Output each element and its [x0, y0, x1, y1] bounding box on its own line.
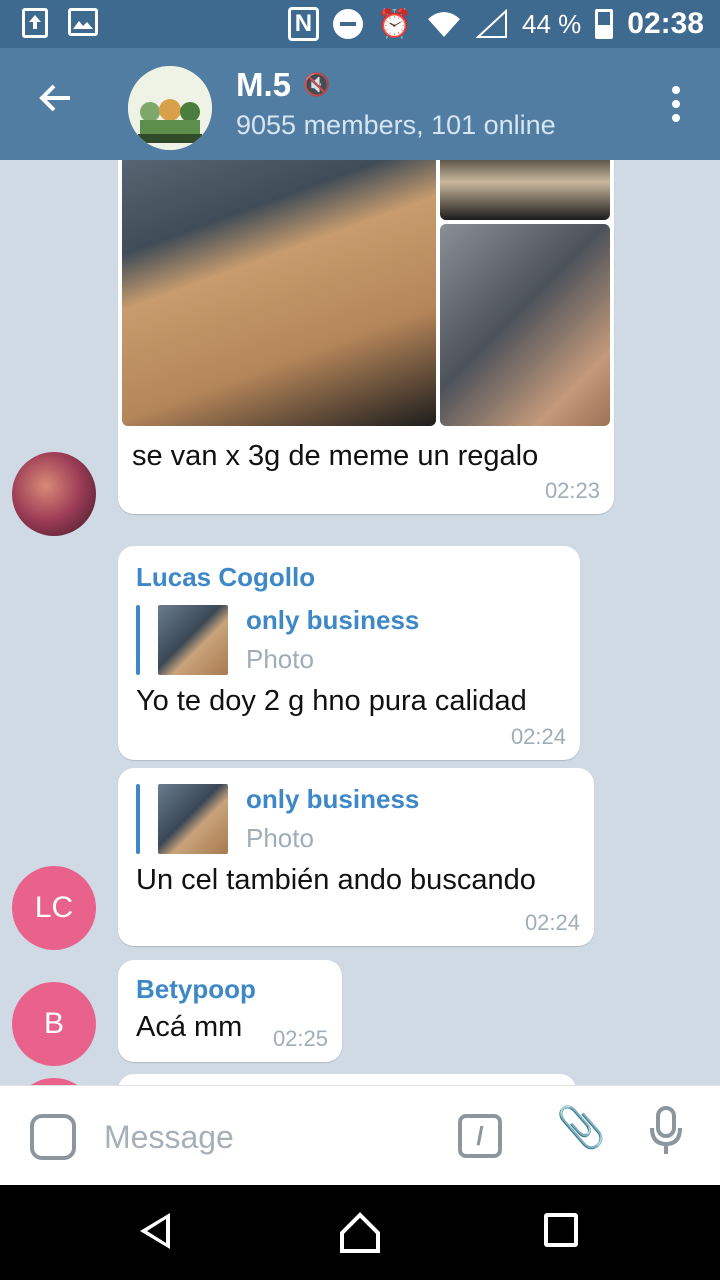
- nav-home-icon[interactable]: [340, 1211, 380, 1253]
- reply-preview[interactable]: only business Photo: [136, 605, 562, 675]
- album-photo-1[interactable]: [122, 160, 436, 426]
- clock: 02:38: [627, 7, 704, 40]
- arrow-left-icon: [39, 84, 70, 112]
- reply-preview[interactable]: only business Photo: [136, 784, 576, 854]
- signal-icon: [476, 9, 507, 38]
- chat-title[interactable]: M.5 🔇: [236, 66, 330, 104]
- chat-header: M.5 🔇 9055 members, 101 online: [0, 48, 720, 160]
- paperclip-icon[interactable]: 📎: [556, 1104, 606, 1151]
- reply-author: only business: [246, 605, 420, 635]
- message-time: 02:23: [544, 478, 600, 503]
- message-time: 02:24: [510, 724, 566, 749]
- image-icon: [68, 8, 98, 36]
- reply-bar: [136, 784, 140, 854]
- group-avatar[interactable]: [128, 66, 212, 150]
- member-count: 9055 members, 101 online: [236, 110, 556, 140]
- sender-name[interactable]: Lucas Cogollo: [136, 562, 562, 593]
- battery-icon: [595, 9, 614, 39]
- album-photo-3[interactable]: [440, 224, 610, 426]
- battery-text: 44 %: [522, 8, 582, 39]
- bot-command-icon[interactable]: /: [458, 1114, 502, 1158]
- user-avatar[interactable]: LC: [12, 866, 96, 950]
- reply-type: Photo: [246, 823, 314, 853]
- dnd-icon: [333, 9, 364, 39]
- nav-recents-icon[interactable]: [544, 1213, 578, 1247]
- chat-messages[interactable]: se van x 3g de meme un regalo 02:23 Luca…: [0, 160, 720, 1085]
- group-avatar-image: [128, 66, 212, 150]
- message-bubble[interactable]: [118, 1074, 576, 1085]
- message-input[interactable]: [104, 1114, 424, 1160]
- alarm-icon: ⏰: [377, 8, 412, 39]
- sticker-icon[interactable]: [30, 1114, 76, 1160]
- reply-thumbnail: [158, 784, 228, 854]
- reply-type: Photo: [246, 644, 314, 674]
- user-avatar[interactable]: [12, 1078, 96, 1085]
- dot-icon: [672, 100, 680, 108]
- message-text: Un cel también ando buscando: [136, 864, 536, 896]
- message-time: 02:25: [272, 1026, 328, 1051]
- status-bar: N ⏰ 44 % 02:38: [0, 0, 720, 48]
- nfc-icon: N: [287, 7, 320, 41]
- message-text: se van x 3g de meme un regalo: [132, 440, 539, 472]
- message-bubble[interactable]: only business Photo Un cel también ando …: [118, 768, 594, 946]
- wifi-icon: [428, 12, 460, 37]
- more-options-button[interactable]: [672, 86, 684, 122]
- nav-back-icon[interactable]: [140, 1213, 170, 1249]
- user-avatar[interactable]: [12, 452, 96, 536]
- reply-author: only business: [246, 784, 420, 814]
- group-name: M.5: [236, 66, 292, 103]
- message-composer: / 📎: [0, 1085, 720, 1185]
- message-album[interactable]: se van x 3g de meme un regalo 02:23: [118, 160, 614, 514]
- album-photo-2[interactable]: [440, 160, 610, 220]
- microphone-icon[interactable]: [648, 1106, 684, 1166]
- sender-name[interactable]: Betypoop: [136, 974, 324, 1005]
- back-button[interactable]: [30, 78, 82, 130]
- user-avatar[interactable]: B: [12, 982, 96, 1066]
- reply-thumbnail: [158, 605, 228, 675]
- message-time: 02:24: [524, 910, 580, 935]
- reply-bar: [136, 605, 140, 675]
- muted-icon: 🔇: [303, 72, 331, 97]
- message-text: Yo te doy 2 g hno pura calidad: [136, 685, 527, 717]
- dot-icon: [672, 86, 680, 94]
- message-bubble[interactable]: Lucas Cogollo only business Photo Yo te …: [118, 546, 580, 760]
- navigation-bar: [0, 1185, 720, 1280]
- message-bubble[interactable]: Betypoop Acá mm 02:25: [118, 960, 342, 1062]
- dot-icon: [672, 114, 680, 122]
- upload-icon: [22, 8, 48, 38]
